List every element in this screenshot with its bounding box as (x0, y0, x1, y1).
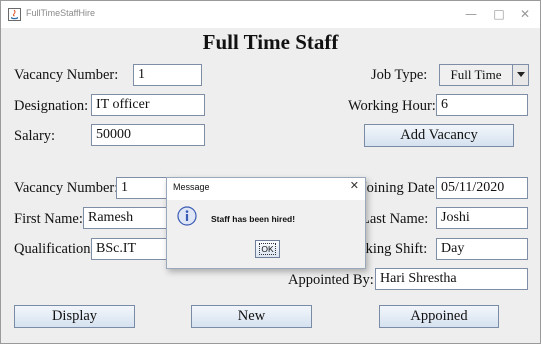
dialog-message: Staff has been hired! (211, 214, 296, 224)
app-window: FullTimeStaffHire — □ ✕ Full Time Staff … (0, 0, 541, 344)
add-vacancy-button[interactable]: Add Vacancy (364, 124, 514, 147)
designation-label: Designation: (14, 98, 89, 114)
vacancy-number-field[interactable]: 1 (133, 64, 202, 86)
title-bar: FullTimeStaffHire — □ ✕ (1, 1, 540, 28)
dialog-title: Message (173, 182, 210, 192)
info-icon (177, 206, 197, 226)
designation-field[interactable]: IT officer (91, 94, 205, 116)
joining-date-field[interactable]: 05/11/2020 (436, 177, 528, 199)
close-button[interactable]: ✕ (513, 4, 537, 24)
page-title: Full Time Staff (202, 30, 339, 54)
java-app-icon (8, 8, 21, 21)
window-title: FullTimeStaffHire (26, 8, 96, 18)
appointed-by-field[interactable]: Hari Shrestha (375, 268, 528, 290)
dialog-close-button[interactable]: ✕ (350, 179, 359, 192)
appoint-vacancy-number-label: Vacancy Number: (14, 180, 119, 196)
ok-button-label: OK (259, 243, 276, 255)
job-type-select[interactable]: Full Time (439, 64, 529, 86)
job-type-selected: Full Time (450, 67, 502, 82)
vacancy-number-label: Vacancy Number: (14, 67, 119, 83)
ok-button[interactable]: OK (255, 240, 280, 258)
appoint-button[interactable]: Appoined (379, 305, 499, 328)
appointed-by-label: Appointed By: (288, 272, 374, 288)
chevron-down-icon[interactable] (512, 65, 528, 85)
dialog-body: Staff has been hired! OK (167, 200, 365, 268)
last-name-field[interactable]: Joshi (436, 207, 528, 229)
salary-label: Salary: (14, 128, 56, 144)
new-button[interactable]: New (191, 305, 312, 328)
minimize-button[interactable]: — (459, 4, 483, 24)
salary-field[interactable]: 50000 (91, 124, 205, 146)
last-name-label: Last Name: (361, 211, 429, 227)
job-type-label: Job Type: (371, 67, 428, 83)
display-button[interactable]: Display (14, 305, 135, 328)
working-hour-field[interactable]: 6 (436, 94, 528, 116)
working-shift-field[interactable]: Day (436, 238, 528, 260)
first-name-label: First Name: (14, 211, 83, 227)
message-dialog: Message ✕ Staff has been hired! OK (166, 177, 366, 269)
maximize-button[interactable]: □ (487, 4, 511, 24)
qualification-label: Qualification: (14, 241, 95, 257)
working-hour-label: Working Hour: (348, 98, 436, 114)
joining-date-label: Joining Date: (361, 180, 439, 196)
